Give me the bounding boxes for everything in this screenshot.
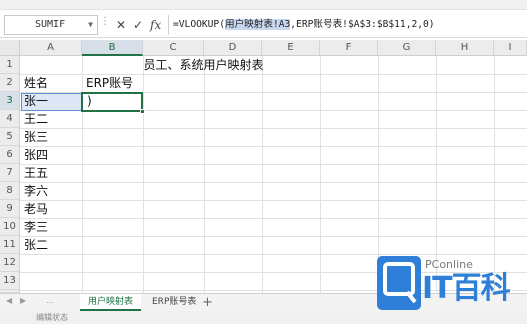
watermark-title: IT百科: [422, 271, 511, 306]
cell-name[interactable]: 张一: [21, 92, 82, 110]
cell-b2-header-account[interactable]: ERP账号: [83, 74, 143, 92]
more-icon: ⋮: [100, 16, 110, 27]
column-header-e[interactable]: E: [262, 40, 320, 56]
status-text: 编辑状态: [36, 313, 68, 322]
function-icon[interactable]: fx: [150, 16, 161, 34]
cell-name[interactable]: 老马: [21, 200, 82, 218]
column-header-g[interactable]: G: [378, 40, 436, 56]
cell-name[interactable]: 李六: [21, 182, 82, 200]
row-header-3[interactable]: 3: [0, 92, 20, 110]
formula-bar: SUMIF ▼ ⋮ ✕ ✓ fx =VLOOKUP(用户映射表!A3,ERP账号…: [0, 12, 527, 38]
row-header-8[interactable]: 8: [0, 182, 20, 200]
column-header-a[interactable]: A: [20, 40, 82, 56]
watermark-brand: PConline: [425, 258, 473, 271]
row-header-6[interactable]: 6: [0, 146, 20, 164]
row-header-7[interactable]: 7: [0, 164, 20, 182]
column-header-f[interactable]: F: [320, 40, 378, 56]
cell-name[interactable]: 李三: [21, 218, 82, 236]
sheet-title-cell[interactable]: 员工、系统用户映射表: [82, 56, 322, 74]
formula-ref: 用户映射表!A3: [224, 19, 291, 30]
gridline: [20, 164, 527, 165]
gridline: [20, 200, 527, 201]
column-header-i[interactable]: I: [494, 40, 527, 56]
column-header-c[interactable]: C: [143, 40, 204, 56]
column-header-b[interactable]: B: [82, 40, 143, 56]
more-sheets-icon[interactable]: …: [46, 296, 54, 305]
ribbon-strip: [0, 0, 527, 10]
row-header-13[interactable]: 13: [0, 272, 20, 290]
name-box-value: SUMIF: [35, 19, 66, 30]
formula-suffix: ,ERP账号表!$A$3:$B$11,2,0): [290, 19, 435, 30]
column-header-h[interactable]: H: [436, 40, 494, 56]
fill-handle[interactable]: [140, 109, 145, 114]
watermark-logo: [377, 256, 421, 310]
name-box[interactable]: SUMIF ▼: [4, 15, 98, 35]
row-header-5[interactable]: 5: [0, 128, 20, 146]
worksheet-grid[interactable]: A B C D E F G H I 1 2 3 4 5 6 7 8 9 10 1…: [0, 40, 527, 293]
formula-prefix: =VLOOKUP(: [173, 19, 225, 30]
cell-name[interactable]: 张三: [21, 128, 82, 146]
column-header-d[interactable]: D: [204, 40, 262, 56]
select-all-corner[interactable]: [0, 40, 20, 56]
cell-name[interactable]: 王五: [21, 164, 82, 182]
prev-sheet-icon[interactable]: ◀: [6, 296, 12, 305]
row-header-1[interactable]: 1: [0, 56, 20, 74]
gridline: [20, 146, 527, 147]
cell-name[interactable]: 王二: [21, 110, 82, 128]
cell-name[interactable]: 张二: [21, 236, 82, 254]
row-header-11[interactable]: 11: [0, 236, 20, 254]
status-bar: 编辑状态: [0, 311, 527, 324]
cell-a2-header-name[interactable]: 姓名: [21, 74, 82, 92]
gridline: [20, 182, 527, 183]
row-header-10[interactable]: 10: [0, 218, 20, 236]
formula-input[interactable]: =VLOOKUP(用户映射表!A3,ERP账号表!$A$3:$B$11,2,0): [168, 15, 523, 35]
add-sheet-button[interactable]: +: [202, 294, 213, 311]
chevron-down-icon[interactable]: ▼: [88, 16, 93, 34]
next-sheet-icon[interactable]: ▶: [20, 296, 26, 305]
cell-name[interactable]: 张四: [21, 146, 82, 164]
row-header-2[interactable]: 2: [0, 74, 20, 92]
row-header-9[interactable]: 9: [0, 200, 20, 218]
enter-icon[interactable]: ✓: [133, 16, 143, 34]
row-header-12[interactable]: 12: [0, 254, 20, 272]
gridline: [20, 218, 527, 219]
gridline: [20, 236, 527, 237]
gridline: [20, 128, 527, 129]
cancel-icon[interactable]: ✕: [116, 16, 126, 34]
cell-b3-editing[interactable]: ): [84, 92, 140, 110]
row-header-4[interactable]: 4: [0, 110, 20, 128]
gridline: [20, 254, 527, 255]
tab-erp-accounts[interactable]: ERP账号表: [144, 294, 204, 311]
tab-user-mapping[interactable]: 用户映射表: [80, 294, 142, 311]
